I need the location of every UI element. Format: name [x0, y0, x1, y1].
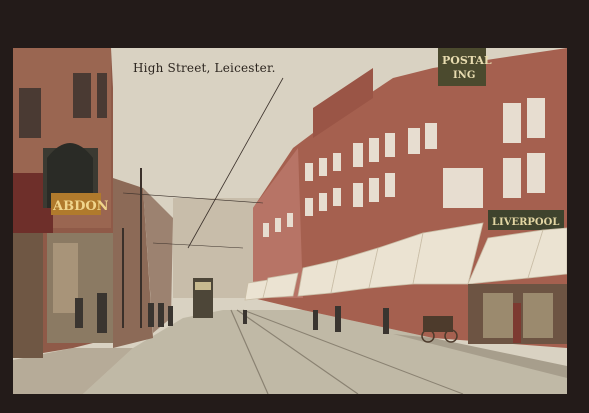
- left-shop-sign-text: ABDON: [52, 199, 109, 214]
- shop-window: [483, 293, 513, 338]
- right-top-sign-text-2: ING: [453, 70, 475, 81]
- postcard-caption: High Street, Leicester.: [133, 61, 276, 75]
- left-shopfront: [13, 233, 43, 358]
- right-shop-sign-text: LIVERPOOL: [492, 217, 559, 228]
- window: [19, 88, 41, 138]
- shop-window: [523, 293, 553, 338]
- postcard-photo: ABDON POSTAL ING LIVERPOOL: [13, 48, 567, 394]
- street-scene: ABDON POSTAL ING LIVERPOOL: [13, 48, 567, 394]
- window: [97, 73, 107, 118]
- window: [73, 73, 91, 118]
- tram-window: [195, 282, 211, 290]
- right-top-sign-text: POSTAL: [442, 54, 492, 67]
- shop-window: [53, 243, 78, 313]
